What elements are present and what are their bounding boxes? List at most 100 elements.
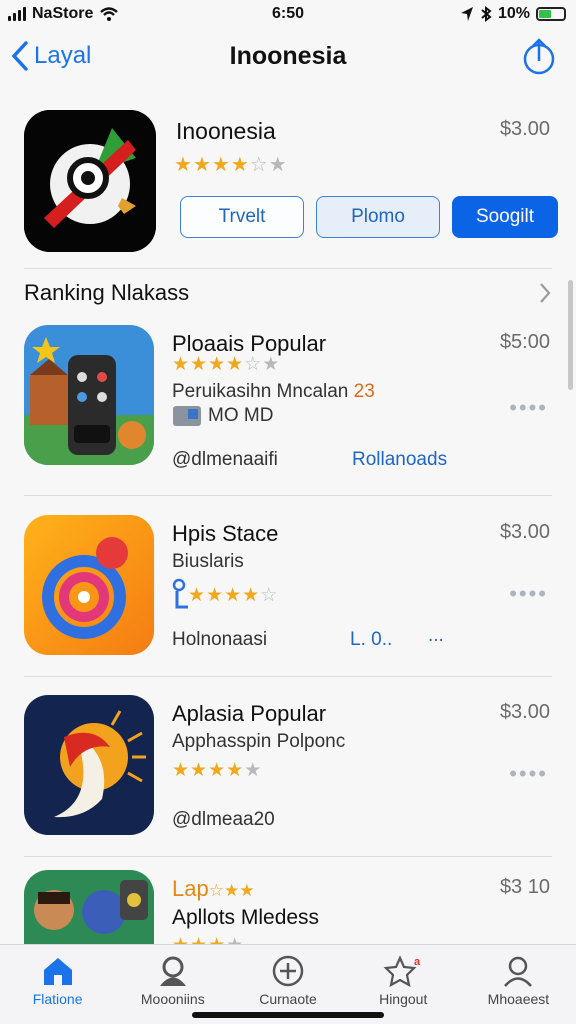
- tab-mhoaeest[interactable]: Mhoaeest: [461, 945, 576, 1024]
- list-item[interactable]: Lap☆★★ $3 10 Apllots Mledess ★★★★: [0, 870, 576, 944]
- app-subtitle: Peruikasihn Mncalan 23: [172, 381, 375, 403]
- star-icon: ★: [262, 354, 281, 375]
- person-icon: [159, 956, 186, 986]
- page-title: Inoonesia: [229, 42, 347, 70]
- featured-app: Inoonesia $3.00 ★★★★☆★ Trvelt Plomo Soog…: [0, 104, 576, 264]
- location-icon: [460, 7, 473, 21]
- app-icon-featured[interactable]: [24, 110, 156, 252]
- share-button[interactable]: [522, 38, 556, 81]
- tab-label: Flatione: [32, 991, 83, 1007]
- app-subtitle-text: Peruikasihn Mncalan: [172, 381, 349, 402]
- list-item[interactable]: Ploaais Popular $5:00 ★★★★☆★ Peruikasihn…: [0, 325, 576, 495]
- star-icon: ★: [174, 154, 193, 176]
- featured-app-price: $3.00: [499, 118, 550, 140]
- app-price: $3.00: [499, 521, 550, 543]
- share-icon: [523, 38, 555, 75]
- featured-rating-stars: ★★★★☆★: [174, 152, 288, 177]
- star-icon: ★: [239, 881, 255, 900]
- app-title: Aplasia Popular: [172, 701, 327, 726]
- star-icon: ★: [208, 760, 227, 781]
- star-icon: ★: [223, 881, 240, 900]
- tab-label: Mhoaeest: [487, 991, 550, 1007]
- app-icon[interactable]: [24, 325, 154, 465]
- account-icon: [504, 956, 533, 987]
- app-title-text: Lap: [172, 876, 209, 901]
- app-subtitle: Apllots Mledess: [172, 906, 320, 929]
- star-icon: ★: [242, 584, 261, 606]
- divider: [24, 676, 552, 677]
- battery-icon: [536, 7, 566, 21]
- star-icon: ★: [190, 760, 209, 781]
- nav-bar: Layal Inoonesia: [0, 34, 576, 84]
- app-link[interactable]: L. 0..: [350, 629, 392, 651]
- list-item[interactable]: Hpis Stace $3.00 Biuslaris ★ ★ ★ ★ ☆ •••• Ho…: [0, 515, 576, 685]
- status-bar: NaStore 6:50 10%: [0, 0, 576, 30]
- section-title: Ranking Nlakass: [24, 280, 190, 305]
- developer-label: @dlmenaaifi: [172, 449, 278, 470]
- more-options-icon[interactable]: ••••: [509, 395, 548, 421]
- app-price: $3.00: [499, 701, 550, 723]
- star-icon: ★: [208, 354, 227, 375]
- svg-text:a: a: [414, 956, 421, 968]
- rating-stars: ★★★★★: [172, 759, 262, 782]
- rating-stars: ★★★★☆★: [172, 353, 280, 376]
- scrollbar[interactable]: [568, 280, 573, 390]
- divider: [24, 495, 552, 496]
- app-subtitle: Apphasspin Polponc: [172, 731, 346, 752]
- more-options-icon[interactable]: ••••: [509, 761, 548, 787]
- home-indicator: [192, 1012, 384, 1018]
- chevron-right-icon: [540, 283, 551, 303]
- soogilt-button[interactable]: Soogilt: [452, 196, 558, 238]
- star-icon: ★: [172, 760, 191, 781]
- app-icon[interactable]: [24, 515, 154, 655]
- tab-label: Moooniins: [140, 991, 205, 1007]
- star-icon: ★: [192, 154, 212, 176]
- star-icon: ★: [208, 935, 226, 944]
- star-icon: ★: [226, 935, 244, 944]
- tab-flatione[interactable]: Flatione: [0, 945, 115, 1024]
- app-link-extra[interactable]: ...: [428, 625, 444, 647]
- star-icon: ★: [206, 584, 225, 606]
- app-title: Lap☆★★: [172, 876, 254, 902]
- featured-buttons: Trvelt Plomo Soogilt: [180, 196, 558, 238]
- star-icon: a: [383, 955, 421, 987]
- ranking-section-header[interactable]: Ranking Nlakass: [24, 276, 552, 310]
- rating-stars: ★ ★ ★ ★ ☆: [172, 577, 278, 613]
- app-icon[interactable]: [24, 695, 154, 835]
- tab-label: Curnaote: [259, 991, 317, 1007]
- featured-app-name: Inoonesia: [176, 118, 276, 144]
- star-icon: ☆: [208, 881, 224, 900]
- developer-label: @dlmeaa20: [172, 809, 275, 830]
- trvelt-button[interactable]: Trvelt: [180, 196, 304, 238]
- screen-icon: [173, 406, 201, 426]
- status-right: 10%: [460, 5, 566, 23]
- plomo-button[interactable]: Plomo: [316, 196, 440, 238]
- home-icon: [43, 958, 72, 985]
- tab-label: Hingout: [379, 991, 428, 1007]
- star-icon: ★: [190, 935, 208, 944]
- app-price: $3 10: [499, 876, 550, 898]
- star-outline-icon: ☆: [244, 354, 263, 375]
- star-icon: ★: [244, 760, 263, 781]
- star-icon: ★: [211, 154, 231, 176]
- list-item[interactable]: Aplasia Popular $3.00 Apphasspin Polponc…: [0, 695, 576, 865]
- star-outline-icon: ☆: [260, 584, 279, 606]
- subtitle-accent: 23: [353, 381, 375, 402]
- app-title: Hpis Stace: [172, 521, 279, 546]
- star-icon: ★: [188, 584, 207, 606]
- progress-track-icon: [172, 578, 188, 609]
- star-icon: ★: [230, 154, 250, 176]
- battery-percent: 10%: [497, 5, 530, 22]
- tag-text: MO MD: [208, 405, 274, 426]
- bluetooth-icon: [481, 6, 492, 22]
- star-icon: ★: [172, 354, 191, 375]
- star-icon: ★: [190, 354, 209, 375]
- more-options-icon[interactable]: ••••: [509, 581, 548, 607]
- app-icon[interactable]: [24, 870, 154, 944]
- app-tag: MO MD: [172, 405, 273, 427]
- app-link[interactable]: Rollanoads: [352, 449, 447, 471]
- app-subtitle: Biuslaris: [172, 551, 244, 572]
- divider: [24, 268, 552, 269]
- star-icon: ★: [172, 935, 190, 944]
- star-icon: ★: [224, 584, 243, 606]
